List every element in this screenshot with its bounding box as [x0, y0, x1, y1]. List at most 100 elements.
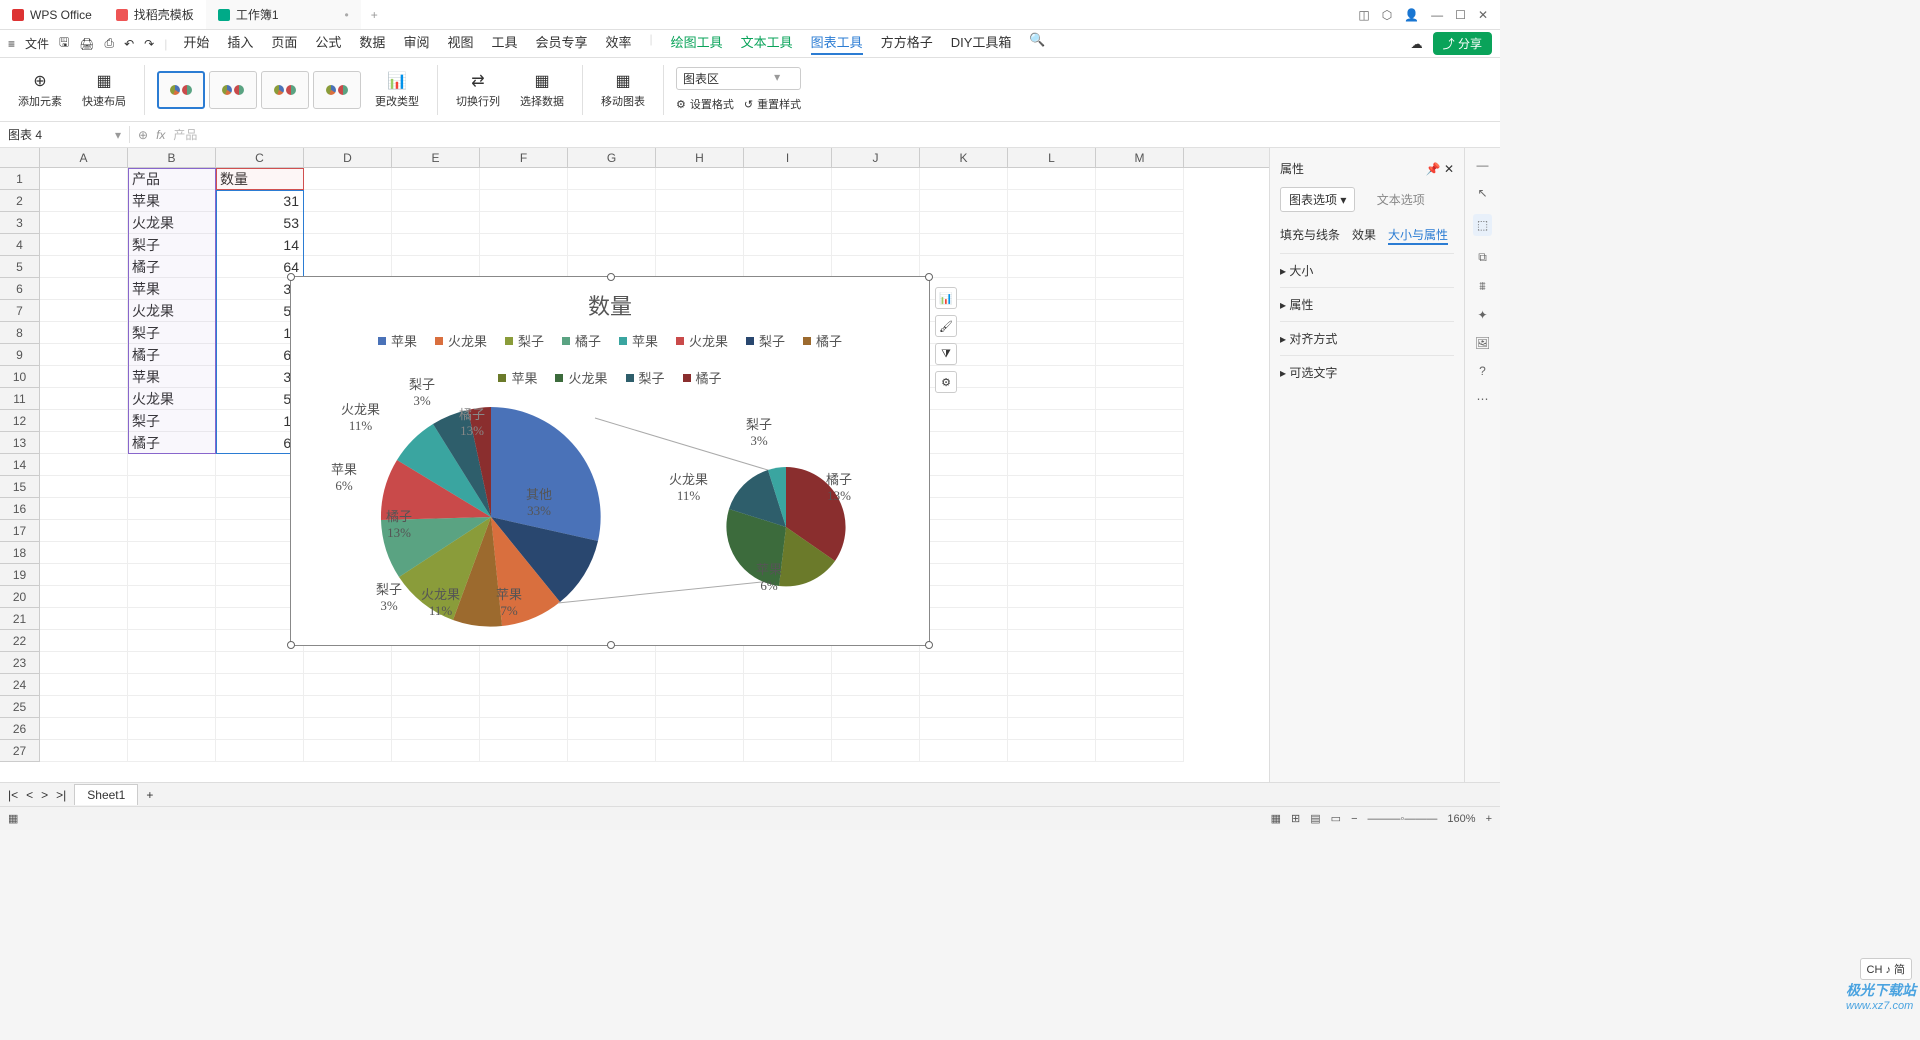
cell[interactable] — [1096, 498, 1184, 520]
row-header[interactable]: 24 — [0, 674, 39, 696]
cell[interactable] — [920, 344, 1008, 366]
cell[interactable] — [656, 190, 744, 212]
section-props[interactable]: ▸ 属性 — [1280, 287, 1454, 321]
cell[interactable] — [656, 696, 744, 718]
chart-options-select[interactable]: 图表选项 ▾ — [1280, 187, 1355, 212]
cell[interactable] — [480, 674, 568, 696]
cell[interactable] — [480, 190, 568, 212]
cell[interactable] — [832, 674, 920, 696]
cell[interactable] — [920, 212, 1008, 234]
cell[interactable] — [920, 498, 1008, 520]
cell[interactable] — [1096, 740, 1184, 762]
cell[interactable] — [656, 212, 744, 234]
zoom-in-icon[interactable]: + — [1486, 813, 1492, 825]
col-header[interactable]: J — [832, 148, 920, 167]
chart-area-select[interactable]: 图表区 ▾ — [676, 67, 801, 90]
cell[interactable] — [128, 520, 216, 542]
cell[interactable] — [392, 168, 480, 190]
menu-member[interactable]: 会员专享 — [535, 32, 587, 55]
change-type-button[interactable]: 📊更改类型 — [369, 71, 425, 109]
cell[interactable] — [568, 652, 656, 674]
cell[interactable] — [744, 718, 832, 740]
cell[interactable] — [1008, 366, 1096, 388]
cell[interactable] — [920, 476, 1008, 498]
tab-fill-line[interactable]: 填充与线条 — [1280, 226, 1340, 245]
cell[interactable] — [920, 256, 1008, 278]
tab-size-props[interactable]: 大小与属性 — [1388, 226, 1448, 245]
row-header[interactable]: 14 — [0, 454, 39, 476]
cell[interactable] — [832, 212, 920, 234]
row-header[interactable]: 15 — [0, 476, 39, 498]
menu-ffgz[interactable]: 方方格子 — [881, 32, 933, 55]
chart-settings-button[interactable]: ⚙ — [935, 371, 957, 393]
move-chart-button[interactable]: ▦移动图表 — [595, 71, 651, 109]
cell[interactable] — [920, 454, 1008, 476]
menu-draw-tools[interactable]: 绘图工具 — [671, 32, 723, 55]
style-icon[interactable]: ⬚ — [1473, 214, 1492, 236]
col-header[interactable]: E — [392, 148, 480, 167]
cell[interactable] — [1096, 520, 1184, 542]
avatar-icon[interactable]: 👤 — [1404, 8, 1419, 22]
menu-efficiency[interactable]: 效率 — [606, 32, 632, 55]
cell[interactable] — [392, 256, 480, 278]
view-read-icon[interactable]: ▭ — [1331, 812, 1341, 825]
handle-se[interactable] — [925, 641, 933, 649]
cell[interactable] — [832, 718, 920, 740]
cell[interactable] — [832, 652, 920, 674]
row-header[interactable]: 20 — [0, 586, 39, 608]
handle-n[interactable] — [607, 273, 615, 281]
cell[interactable] — [40, 234, 128, 256]
cell[interactable] — [304, 652, 392, 674]
cell[interactable] — [920, 278, 1008, 300]
cell[interactable] — [1096, 234, 1184, 256]
sheet-area[interactable]: ABCDEFGHIJKLM 12345678910111213141516171… — [0, 148, 1269, 782]
sheet1-tab[interactable]: Sheet1 — [74, 784, 138, 805]
cell[interactable]: 梨子 — [128, 322, 216, 344]
switch-rowcol-button[interactable]: ⇄切换行列 — [450, 71, 506, 109]
cell[interactable] — [304, 674, 392, 696]
cell[interactable] — [1008, 608, 1096, 630]
col-header[interactable]: I — [744, 148, 832, 167]
handle-s[interactable] — [607, 641, 615, 649]
file-menu[interactable]: 文件 — [25, 35, 49, 52]
share-button[interactable]: ⤴ 分享 — [1433, 32, 1492, 55]
cube-icon[interactable]: ⬡ — [1382, 8, 1392, 22]
cell[interactable]: 梨子 — [128, 410, 216, 432]
menu-data[interactable]: 数据 — [359, 32, 385, 55]
tab-wps[interactable]: WPS Office — [0, 0, 104, 29]
name-box[interactable]: 图表 4▾ — [0, 126, 130, 143]
cell[interactable] — [920, 608, 1008, 630]
close-panel-icon[interactable]: ✕ — [1444, 162, 1454, 176]
legend-item[interactable]: 梨子 — [626, 368, 665, 387]
cell[interactable] — [40, 410, 128, 432]
zoom-fx-icon[interactable]: ⊕ — [138, 128, 148, 142]
cell[interactable] — [392, 190, 480, 212]
cursor-icon[interactable]: ↖ — [1477, 186, 1487, 200]
menu-chart-tools[interactable]: 图表工具 — [811, 32, 863, 55]
legend-item[interactable]: 橘子 — [803, 331, 842, 350]
cell[interactable] — [568, 168, 656, 190]
cell[interactable] — [40, 608, 128, 630]
cell[interactable]: 橘子 — [128, 344, 216, 366]
cell[interactable] — [920, 542, 1008, 564]
cell[interactable]: 53 — [216, 212, 304, 234]
handle-ne[interactable] — [925, 273, 933, 281]
cell[interactable] — [656, 718, 744, 740]
cell[interactable] — [128, 586, 216, 608]
cell[interactable] — [304, 234, 392, 256]
cell[interactable] — [920, 410, 1008, 432]
legend-item[interactable]: 苹果 — [378, 331, 417, 350]
cell[interactable] — [128, 696, 216, 718]
select-data-button[interactable]: ▦选择数据 — [514, 71, 570, 109]
cell[interactable] — [480, 740, 568, 762]
cell[interactable] — [920, 300, 1008, 322]
cell[interactable] — [480, 718, 568, 740]
handle-sw[interactable] — [287, 641, 295, 649]
tab-workbook[interactable]: 工作簿1• — [206, 0, 361, 29]
cell[interactable] — [1096, 300, 1184, 322]
cloud-icon[interactable]: ☁ — [1411, 37, 1423, 51]
chart-style-2[interactable] — [209, 71, 257, 109]
legend-item[interactable]: 梨子 — [505, 331, 544, 350]
cell[interactable] — [568, 190, 656, 212]
cell[interactable]: 橘子 — [128, 256, 216, 278]
